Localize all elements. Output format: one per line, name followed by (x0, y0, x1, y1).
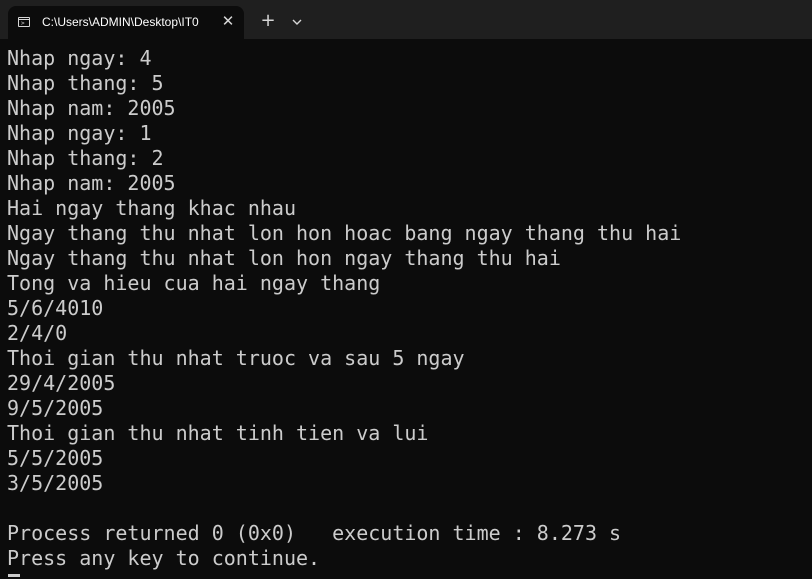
console-line: 2/4/0 (7, 321, 68, 345)
console-line: Tong va hieu cua hai ngay thang (7, 271, 381, 295)
close-icon[interactable]: ✕ (220, 13, 236, 29)
tab-title: C:\Users\ADMIN\Desktop\IT0 (42, 15, 199, 29)
chevron-down-icon[interactable] (289, 14, 305, 30)
console-line: 5/6/4010 (7, 296, 104, 320)
console-line: Nhap ngay: 4 (7, 46, 152, 70)
console-line: Nhap thang: 2 (7, 146, 164, 170)
console-line: Thoi gian thu nhat tinh tien va lui (7, 421, 429, 445)
console-line: Press any key to continue. (7, 546, 321, 570)
text-cursor (8, 574, 20, 577)
console-line: Ngay thang thu nhat lon hon ngay thang t… (7, 246, 561, 270)
terminal-icon: >_ (18, 17, 30, 27)
console-line: 29/4/2005 (7, 371, 116, 395)
console-line: 5/5/2005 (7, 446, 104, 470)
terminal-window: >_ C:\Users\ADMIN\Desktop\IT0 ✕ + Nhap n… (0, 0, 812, 579)
console-line: Nhap nam: 2005 (7, 171, 176, 195)
console-line: 9/5/2005 (7, 396, 104, 420)
new-tab-button[interactable]: + (259, 12, 277, 30)
console-line: Ngay thang thu nhat lon hon hoac bang ng… (7, 221, 682, 245)
tab-active[interactable]: >_ C:\Users\ADMIN\Desktop\IT0 ✕ (8, 6, 244, 39)
console-line: Hai ngay thang khac nhau (7, 196, 296, 220)
console-line: Thoi gian thu nhat truoc va sau 5 ngay (7, 346, 465, 370)
tab-bar: >_ C:\Users\ADMIN\Desktop\IT0 ✕ + (0, 0, 812, 39)
console-output[interactable]: Nhap ngay: 4 Nhap thang: 5 Nhap nam: 2005 N… (7, 46, 807, 571)
console-line: Process returned 0 (0x0) execution time … (7, 521, 622, 545)
console-line: Nhap thang: 5 (7, 71, 164, 95)
console-line: Nhap ngay: 1 (7, 121, 152, 145)
console-line: 3/5/2005 (7, 471, 104, 495)
console-line: Nhap nam: 2005 (7, 96, 176, 120)
